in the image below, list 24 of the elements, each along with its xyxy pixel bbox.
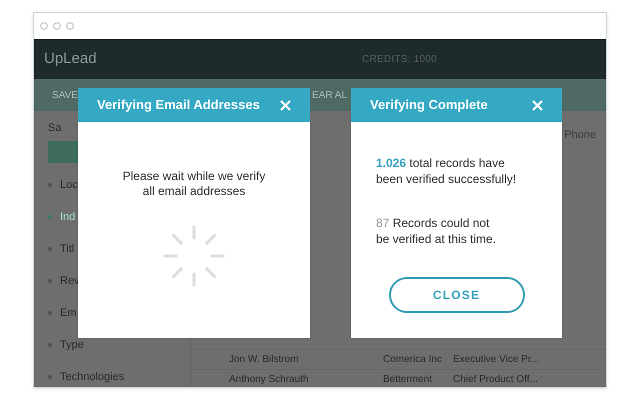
table-cell-text: Executive Vice Pr... bbox=[453, 353, 539, 367]
close-button[interactable]: CLOSE bbox=[388, 277, 524, 313]
success-message: 1.026 total records have been verified successfully! bbox=[376, 155, 518, 187]
sidebar-item[interactable]: Em bbox=[34, 297, 78, 329]
spinner-icon bbox=[162, 224, 226, 288]
app-logo: UpLead bbox=[44, 48, 98, 69]
sidebar-item[interactable]: Loc bbox=[34, 169, 80, 201]
wait-message: Please wait while we verify all email addresses bbox=[122, 169, 266, 199]
failure-message: 87 Records could not be verified at this time. bbox=[376, 215, 498, 247]
table-cell-text: Chief Product Off... bbox=[453, 373, 538, 387]
sidebar-item[interactable]: Ind bbox=[34, 201, 78, 233]
close-icon[interactable] bbox=[280, 100, 291, 110]
dialog-title: Verifying Email Addresses bbox=[97, 96, 260, 114]
sidebar-item[interactable]: Titl bbox=[34, 233, 76, 265]
table-cell-text: Jon W. Bilstrom bbox=[229, 353, 300, 367]
search-field[interactable]: Sa bbox=[44, 119, 76, 137]
close-icon[interactable] bbox=[532, 100, 543, 110]
sidebar-item[interactable]: Type bbox=[34, 329, 86, 361]
table-cell-text: Comerica Inc bbox=[383, 353, 443, 367]
dialog-title: Verifying Complete bbox=[370, 96, 488, 114]
sidebar-item[interactable]: Technologies bbox=[34, 361, 126, 387]
table-cell-text: Betterment bbox=[383, 373, 433, 387]
clear-label[interactable]: EAR AL bbox=[312, 88, 348, 102]
table-cell-text: Anthony Schrauth bbox=[229, 373, 310, 387]
